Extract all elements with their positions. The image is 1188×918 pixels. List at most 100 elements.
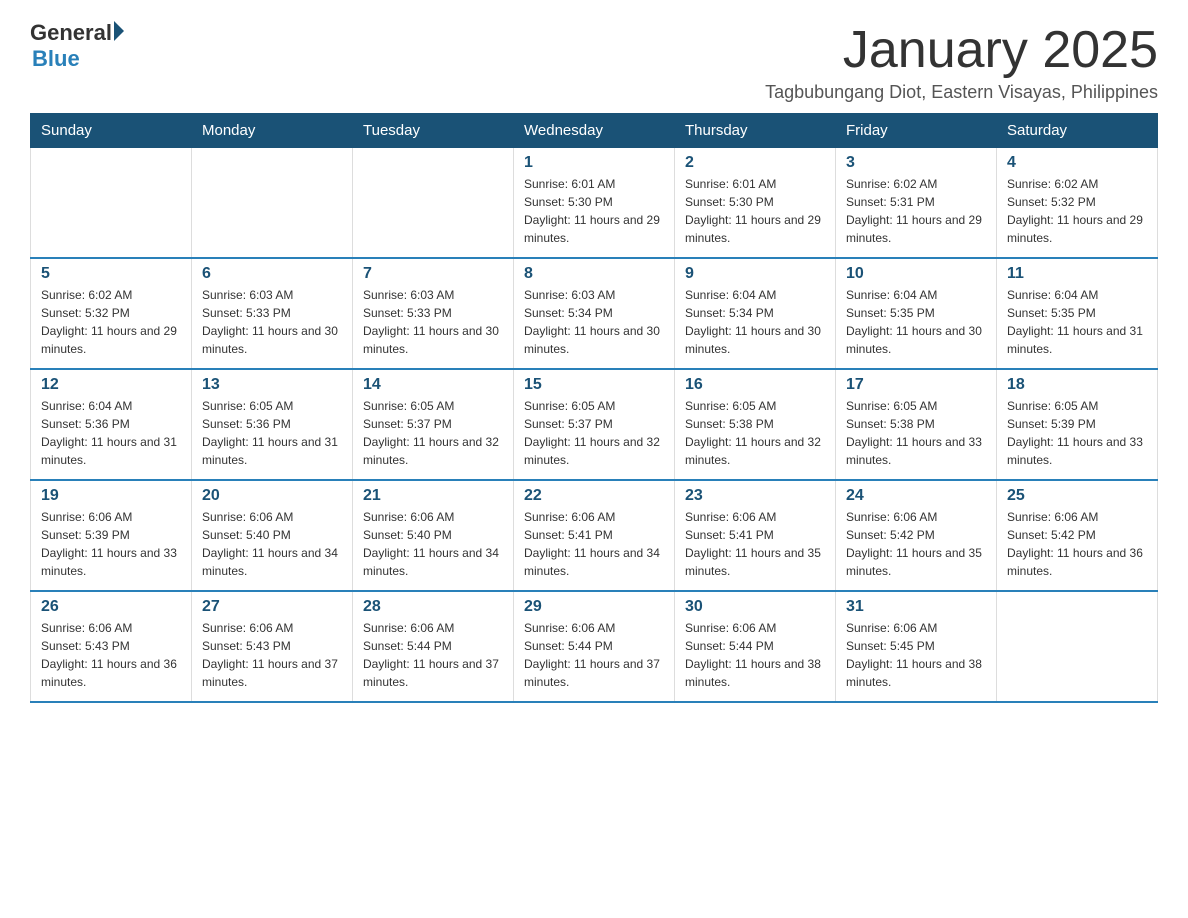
day-info: Sunrise: 6:06 AM Sunset: 5:44 PM Dayligh… (363, 619, 503, 691)
weekday-header-tuesday: Tuesday (353, 114, 514, 148)
logo-arrow-icon (114, 21, 124, 41)
day-info: Sunrise: 6:06 AM Sunset: 5:44 PM Dayligh… (685, 619, 825, 691)
day-number: 24 (846, 487, 986, 505)
day-info: Sunrise: 6:03 AM Sunset: 5:33 PM Dayligh… (202, 286, 342, 358)
calendar-body: 1 Sunrise: 6:01 AM Sunset: 5:30 PM Daylig… (31, 148, 1158, 703)
calendar-cell: 5 Sunrise: 6:02 AM Sunset: 5:32 PM Daylig… (31, 258, 192, 369)
day-info: Sunrise: 6:06 AM Sunset: 5:41 PM Dayligh… (685, 508, 825, 580)
weekday-header-saturday: Saturday (997, 114, 1158, 148)
day-info: Sunrise: 6:04 AM Sunset: 5:36 PM Dayligh… (41, 397, 181, 469)
day-number: 16 (685, 376, 825, 394)
day-number: 21 (363, 487, 503, 505)
location-subtitle: Tagbubungang Diot, Eastern Visayas, Phil… (765, 82, 1158, 103)
day-number: 13 (202, 376, 342, 394)
day-info: Sunrise: 6:06 AM Sunset: 5:42 PM Dayligh… (846, 508, 986, 580)
calendar-cell (192, 148, 353, 259)
day-number: 12 (41, 376, 181, 394)
day-info: Sunrise: 6:06 AM Sunset: 5:43 PM Dayligh… (41, 619, 181, 691)
weekday-header-monday: Monday (192, 114, 353, 148)
day-number: 30 (685, 598, 825, 616)
calendar-cell: 12 Sunrise: 6:04 AM Sunset: 5:36 PM Dayli… (31, 369, 192, 480)
calendar-cell: 21 Sunrise: 6:06 AM Sunset: 5:40 PM Dayli… (353, 480, 514, 591)
calendar-cell: 27 Sunrise: 6:06 AM Sunset: 5:43 PM Dayli… (192, 591, 353, 702)
day-info: Sunrise: 6:03 AM Sunset: 5:34 PM Dayligh… (524, 286, 664, 358)
calendar-week-row: 19 Sunrise: 6:06 AM Sunset: 5:39 PM Dayli… (31, 480, 1158, 591)
calendar-cell: 7 Sunrise: 6:03 AM Sunset: 5:33 PM Daylig… (353, 258, 514, 369)
title-section: January 2025 Tagbubungang Diot, Eastern … (765, 20, 1158, 103)
day-number: 2 (685, 154, 825, 172)
day-number: 27 (202, 598, 342, 616)
calendar-cell: 23Sunrise: 6:06 AM Sunset: 5:41 PM Dayli… (675, 480, 836, 591)
day-info: Sunrise: 6:04 AM Sunset: 5:34 PM Dayligh… (685, 286, 825, 358)
day-number: 25 (1007, 487, 1147, 505)
calendar-cell: 6 Sunrise: 6:03 AM Sunset: 5:33 PM Daylig… (192, 258, 353, 369)
calendar-cell: 13Sunrise: 6:05 AM Sunset: 5:36 PM Dayli… (192, 369, 353, 480)
day-info: Sunrise: 6:05 AM Sunset: 5:37 PM Dayligh… (363, 397, 503, 469)
calendar-week-row: 26 Sunrise: 6:06 AM Sunset: 5:43 PM Dayli… (31, 591, 1158, 702)
day-number: 18 (1007, 376, 1147, 394)
logo-blue-text: Blue (32, 46, 80, 72)
calendar-cell: 19 Sunrise: 6:06 AM Sunset: 5:39 PM Dayli… (31, 480, 192, 591)
day-number: 5 (41, 265, 181, 283)
day-number: 19 (41, 487, 181, 505)
day-number: 20 (202, 487, 342, 505)
calendar-cell: 14Sunrise: 6:05 AM Sunset: 5:37 PM Dayli… (353, 369, 514, 480)
day-number: 15 (524, 376, 664, 394)
calendar-cell: 30 Sunrise: 6:06 AM Sunset: 5:44 PM Dayli… (675, 591, 836, 702)
day-number: 29 (524, 598, 664, 616)
day-info: Sunrise: 6:06 AM Sunset: 5:45 PM Dayligh… (846, 619, 986, 691)
calendar-week-row: 1 Sunrise: 6:01 AM Sunset: 5:30 PM Daylig… (31, 148, 1158, 259)
calendar-cell: 15 Sunrise: 6:05 AM Sunset: 5:37 PM Dayli… (514, 369, 675, 480)
day-info: Sunrise: 6:01 AM Sunset: 5:30 PM Dayligh… (524, 175, 664, 247)
calendar-cell: 10Sunrise: 6:04 AM Sunset: 5:35 PM Dayli… (836, 258, 997, 369)
day-info: Sunrise: 6:05 AM Sunset: 5:38 PM Dayligh… (846, 397, 986, 469)
calendar-cell: 28 Sunrise: 6:06 AM Sunset: 5:44 PM Dayli… (353, 591, 514, 702)
calendar-cell: 29 Sunrise: 6:06 AM Sunset: 5:44 PM Dayli… (514, 591, 675, 702)
day-info: Sunrise: 6:01 AM Sunset: 5:30 PM Dayligh… (685, 175, 825, 247)
day-number: 11 (1007, 265, 1147, 283)
day-info: Sunrise: 6:06 AM Sunset: 5:43 PM Dayligh… (202, 619, 342, 691)
day-number: 3 (846, 154, 986, 172)
day-info: Sunrise: 6:05 AM Sunset: 5:39 PM Dayligh… (1007, 397, 1147, 469)
day-number: 6 (202, 265, 342, 283)
calendar-cell: 4 Sunrise: 6:02 AM Sunset: 5:32 PM Daylig… (997, 148, 1158, 259)
calendar-table: SundayMondayTuesdayWednesdayThursdayFrid… (30, 113, 1158, 703)
day-info: Sunrise: 6:06 AM Sunset: 5:39 PM Dayligh… (41, 508, 181, 580)
day-number: 1 (524, 154, 664, 172)
day-info: Sunrise: 6:02 AM Sunset: 5:31 PM Dayligh… (846, 175, 986, 247)
calendar-cell: 25Sunrise: 6:06 AM Sunset: 5:42 PM Dayli… (997, 480, 1158, 591)
day-info: Sunrise: 6:02 AM Sunset: 5:32 PM Dayligh… (1007, 175, 1147, 247)
calendar-cell (353, 148, 514, 259)
logo-general-text: General (30, 20, 112, 46)
day-info: Sunrise: 6:05 AM Sunset: 5:37 PM Dayligh… (524, 397, 664, 469)
calendar-cell: 3 Sunrise: 6:02 AM Sunset: 5:31 PM Daylig… (836, 148, 997, 259)
weekday-header-wednesday: Wednesday (514, 114, 675, 148)
day-info: Sunrise: 6:03 AM Sunset: 5:33 PM Dayligh… (363, 286, 503, 358)
day-number: 28 (363, 598, 503, 616)
day-info: Sunrise: 6:05 AM Sunset: 5:38 PM Dayligh… (685, 397, 825, 469)
day-number: 8 (524, 265, 664, 283)
day-info: Sunrise: 6:02 AM Sunset: 5:32 PM Dayligh… (41, 286, 181, 358)
day-info: Sunrise: 6:06 AM Sunset: 5:40 PM Dayligh… (202, 508, 342, 580)
day-number: 17 (846, 376, 986, 394)
calendar-cell: 8 Sunrise: 6:03 AM Sunset: 5:34 PM Daylig… (514, 258, 675, 369)
day-info: Sunrise: 6:06 AM Sunset: 5:44 PM Dayligh… (524, 619, 664, 691)
day-number: 7 (363, 265, 503, 283)
calendar-week-row: 5 Sunrise: 6:02 AM Sunset: 5:32 PM Daylig… (31, 258, 1158, 369)
calendar-week-row: 12 Sunrise: 6:04 AM Sunset: 5:36 PM Dayli… (31, 369, 1158, 480)
calendar-cell: 22 Sunrise: 6:06 AM Sunset: 5:41 PM Dayli… (514, 480, 675, 591)
day-number: 4 (1007, 154, 1147, 172)
calendar-cell: 2 Sunrise: 6:01 AM Sunset: 5:30 PM Daylig… (675, 148, 836, 259)
day-number: 26 (41, 598, 181, 616)
calendar-cell: 11Sunrise: 6:04 AM Sunset: 5:35 PM Dayli… (997, 258, 1158, 369)
page-header: General Blue January 2025 Tagbubungang D… (30, 20, 1158, 103)
weekday-header-sunday: Sunday (31, 114, 192, 148)
day-number: 10 (846, 265, 986, 283)
calendar-cell: 16 Sunrise: 6:05 AM Sunset: 5:38 PM Dayli… (675, 369, 836, 480)
day-number: 22 (524, 487, 664, 505)
day-info: Sunrise: 6:06 AM Sunset: 5:41 PM Dayligh… (524, 508, 664, 580)
day-info: Sunrise: 6:06 AM Sunset: 5:40 PM Dayligh… (363, 508, 503, 580)
calendar-cell: 24 Sunrise: 6:06 AM Sunset: 5:42 PM Dayli… (836, 480, 997, 591)
weekday-header-row: SundayMondayTuesdayWednesdayThursdayFrid… (31, 114, 1158, 148)
calendar-cell (31, 148, 192, 259)
